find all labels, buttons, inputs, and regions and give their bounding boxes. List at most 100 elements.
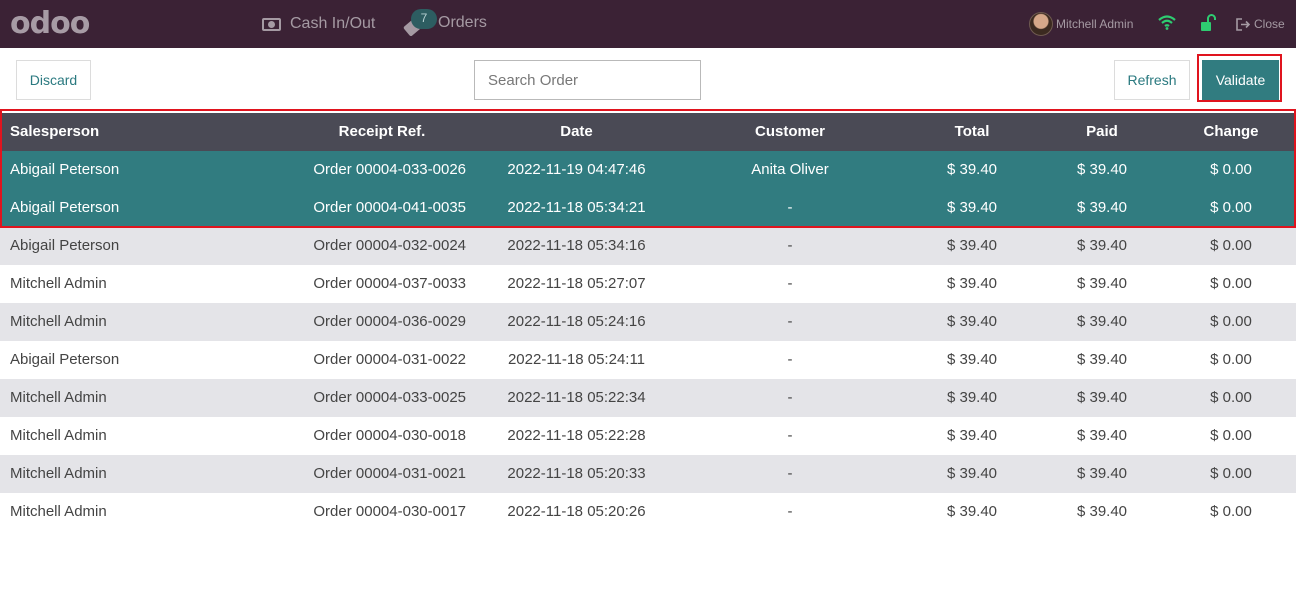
header-total: Total xyxy=(954,123,990,140)
cell-paid: $ 39.40 xyxy=(1076,275,1128,292)
cash-in-out-button[interactable]: Cash In/Out xyxy=(262,0,375,48)
cell-date: 2022-11-18 05:22:34 xyxy=(507,389,646,406)
cell-receipt-ref: Order 00004-031-0022 xyxy=(313,351,466,368)
cell-date: 2022-11-18 05:27:07 xyxy=(507,275,646,292)
cell-customer: - xyxy=(787,465,793,482)
cell-receipt-ref: Order 00004-033-0025 xyxy=(313,389,466,406)
cell-change: $ 0.00 xyxy=(1210,427,1252,444)
cell-date: 2022-11-18 05:22:28 xyxy=(507,427,646,444)
table-row[interactable]: Mitchell Admin Order 00004-033-0025 2022… xyxy=(0,379,1296,417)
table-row[interactable]: Abigail Peterson Order 00004-033-0026 20… xyxy=(0,151,1296,189)
header-change: Change xyxy=(1203,123,1259,140)
cell-change: $ 0.00 xyxy=(1210,351,1252,368)
header-paid: Paid xyxy=(1086,123,1118,140)
cell-total: $ 39.40 xyxy=(946,275,998,292)
table-row[interactable]: Abigail Peterson Order 00004-041-0035 20… xyxy=(0,189,1296,227)
cell-total: $ 39.40 xyxy=(946,351,998,368)
cell-salesperson: Abigail Peterson xyxy=(10,351,120,368)
header-receipt-ref: Receipt Ref. xyxy=(338,123,426,140)
cell-total: $ 39.40 xyxy=(946,427,998,444)
table-row[interactable]: Mitchell Admin Order 00004-030-0017 2022… xyxy=(0,493,1296,531)
orders-table: Salesperson Receipt Ref. Date Customer T… xyxy=(0,113,1296,531)
table-row[interactable]: Mitchell Admin Order 00004-036-0029 2022… xyxy=(0,303,1296,341)
refresh-button[interactable]: Refresh xyxy=(1114,60,1190,100)
cell-receipt-ref: Order 00004-030-0017 xyxy=(313,503,466,520)
cell-date: 2022-11-18 05:34:16 xyxy=(507,237,646,254)
cell-salesperson: Mitchell Admin xyxy=(10,427,107,444)
cell-total: $ 39.40 xyxy=(946,237,998,254)
table-row[interactable]: Abigail Peterson Order 00004-032-0024 20… xyxy=(0,227,1296,265)
cell-salesperson: Mitchell Admin xyxy=(10,313,107,330)
cell-customer: - xyxy=(787,275,793,292)
cell-customer: - xyxy=(787,351,793,368)
cell-total: $ 39.40 xyxy=(946,199,998,216)
wifi-icon xyxy=(1158,15,1176,30)
cell-salesperson: Mitchell Admin xyxy=(10,503,107,520)
table-row[interactable]: Abigail Peterson Order 00004-031-0022 20… xyxy=(0,341,1296,379)
cell-receipt-ref: Order 00004-032-0024 xyxy=(313,237,466,254)
cell-customer: - xyxy=(787,503,793,520)
table-row[interactable]: Mitchell Admin Order 00004-031-0021 2022… xyxy=(0,455,1296,493)
cell-change: $ 0.00 xyxy=(1210,237,1252,254)
cell-change: $ 0.00 xyxy=(1210,275,1252,292)
cell-paid: $ 39.40 xyxy=(1076,237,1128,254)
cell-customer: - xyxy=(787,237,793,254)
cell-paid: $ 39.40 xyxy=(1076,199,1128,216)
cell-customer: - xyxy=(787,199,793,216)
cell-change: $ 0.00 xyxy=(1210,389,1252,406)
header-salesperson: Salesperson xyxy=(10,123,100,140)
discard-button[interactable]: Discard xyxy=(16,60,91,100)
cell-total: $ 39.40 xyxy=(946,503,998,520)
cell-paid: $ 39.40 xyxy=(1076,313,1128,330)
cell-salesperson: Abigail Peterson xyxy=(10,237,120,254)
cell-date: 2022-11-18 05:24:16 xyxy=(507,313,646,330)
sign-out-icon xyxy=(1236,17,1250,31)
header-customer: Customer xyxy=(754,123,825,140)
header-date: Date xyxy=(560,123,593,140)
top-navbar: odoo Cash In/Out 7 Orders Mitchell Admin… xyxy=(0,0,1296,48)
cell-change: $ 0.00 xyxy=(1210,161,1252,178)
cell-receipt-ref: Order 00004-033-0026 xyxy=(313,161,466,178)
orders-label[interactable]: Orders xyxy=(438,14,487,32)
cell-salesperson: Mitchell Admin xyxy=(10,389,107,406)
close-label: Close xyxy=(1254,17,1285,31)
search-order-input[interactable] xyxy=(474,60,701,100)
cell-receipt-ref: Order 00004-036-0029 xyxy=(313,313,466,330)
validate-button[interactable]: Validate xyxy=(1202,60,1279,100)
cell-salesperson: Mitchell Admin xyxy=(10,465,107,482)
cell-receipt-ref: Order 00004-041-0035 xyxy=(313,199,466,216)
table-row[interactable]: Mitchell Admin Order 00004-037-0033 2022… xyxy=(0,265,1296,303)
cell-salesperson: Abigail Peterson xyxy=(10,161,120,178)
avatar xyxy=(1029,12,1053,36)
cell-paid: $ 39.40 xyxy=(1076,161,1128,178)
cell-date: 2022-11-18 05:24:11 xyxy=(507,351,646,368)
cell-total: $ 39.40 xyxy=(946,161,998,178)
cell-customer: - xyxy=(787,389,793,406)
cell-paid: $ 39.40 xyxy=(1076,389,1128,406)
table-row[interactable]: Mitchell Admin Order 00004-030-0018 2022… xyxy=(0,417,1296,455)
cell-customer: - xyxy=(787,427,793,444)
table-header: Salesperson Receipt Ref. Date Customer T… xyxy=(0,113,1296,151)
cell-total: $ 39.40 xyxy=(946,389,998,406)
cell-receipt-ref: Order 00004-030-0018 xyxy=(313,427,466,444)
cell-date: 2022-11-18 05:20:33 xyxy=(507,465,646,482)
cell-change: $ 0.00 xyxy=(1210,199,1252,216)
user-menu[interactable]: Mitchell Admin xyxy=(1029,12,1133,36)
cell-salesperson: Mitchell Admin xyxy=(10,275,107,292)
cell-date: 2022-11-18 05:34:21 xyxy=(507,199,646,216)
cell-date: 2022-11-19 04:47:46 xyxy=(507,161,646,178)
cash-in-out-label: Cash In/Out xyxy=(290,15,376,32)
cell-salesperson: Abigail Peterson xyxy=(10,199,120,216)
odoo-logo: odoo xyxy=(10,6,90,41)
cell-paid: $ 39.40 xyxy=(1076,351,1128,368)
cell-paid: $ 39.40 xyxy=(1076,503,1128,520)
unlock-icon[interactable] xyxy=(1200,14,1216,32)
cell-date: 2022-11-18 05:20:26 xyxy=(507,503,646,520)
cell-change: $ 0.00 xyxy=(1210,503,1252,520)
cell-receipt-ref: Order 00004-037-0033 xyxy=(313,275,466,292)
cell-change: $ 0.00 xyxy=(1210,465,1252,482)
cash-icon xyxy=(262,17,281,31)
close-button[interactable]: Close xyxy=(1236,12,1285,36)
orders-count-badge: 7 xyxy=(411,9,437,29)
cell-receipt-ref: Order 00004-031-0021 xyxy=(313,465,466,482)
